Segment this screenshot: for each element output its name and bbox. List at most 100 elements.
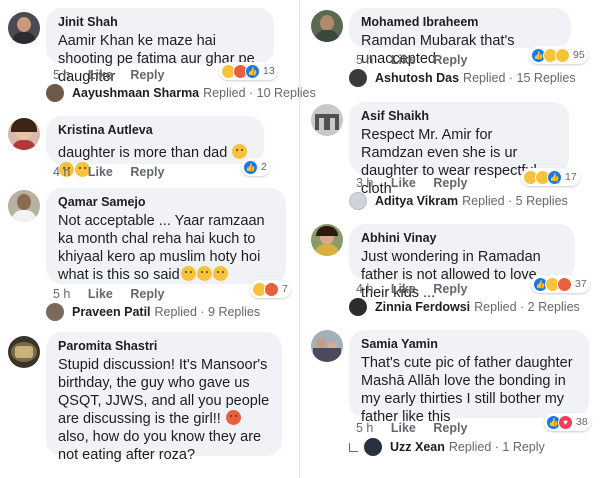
reply-author: Zinnia Ferdowsi [375,300,471,314]
reaction-summary[interactable]: 👍 13 [219,62,278,80]
reply-count: Replied · 1 Reply [448,440,545,454]
comment-meta: 5 h Like Reply [356,53,481,67]
avatar[interactable] [8,336,40,368]
reply-button[interactable]: Reply [130,68,164,82]
comment-author[interactable]: Kristina Autleva [58,122,252,138]
reply-button[interactable]: Reply [433,421,467,435]
reply-avatar [46,84,64,102]
replies-link[interactable]: Uzz Xean Replied · 1 Reply [349,438,545,456]
reply-count: Replied · 10 Replies [203,86,316,100]
angry-emoji-icon [225,410,241,425]
comment-bubble: Paromita Shastri Stupid discussion! It's… [46,332,282,463]
reaction-count: 17 [565,171,577,183]
reaction-summary[interactable]: 👍 ♥ 38 [544,413,591,431]
comment-bubble: Mohamed Ibraheem Ramdan Mubarak that's u… [349,8,571,67]
left-comment-column: Jinit Shah Aamir Khan ke maze hai shooti… [0,0,316,478]
comment-text-continued: also, how do you know they are not eatin… [58,429,262,463]
reply-button[interactable]: Reply [130,287,164,301]
column-divider [299,0,300,478]
comment-author[interactable]: Mohamed Ibraheem [361,14,559,30]
avatar[interactable] [311,104,343,136]
reply-author: Aayushmaan Sharma [72,86,200,100]
reaction-summary[interactable]: 👍 2 [241,158,270,176]
sad-emoji-icon [180,266,196,281]
comment-bubble: Asif Shaikh Respect Mr. Amir for Ramdzan… [349,102,569,197]
like-button[interactable]: Like [391,53,416,67]
comment-time[interactable]: 5 h [53,287,70,301]
reply-button[interactable]: Reply [433,176,467,190]
angry-reaction-icon [264,281,279,297]
comment-time[interactable]: 3 h [356,176,373,190]
reply-arrow-icon [349,442,358,452]
like-button[interactable]: Like [391,282,416,296]
sad-emoji-icon [196,266,212,281]
comment-time[interactable]: 5 h [356,53,373,67]
reply-button[interactable]: Reply [433,53,467,67]
reply-avatar [349,69,367,87]
avatar[interactable] [8,118,40,150]
avatar[interactable] [311,224,343,256]
like-button[interactable]: Like [391,176,416,190]
avatar[interactable] [8,190,40,222]
comment-text: Not acceptable ... Yaar ramzaan ka month… [58,213,265,283]
reply-author: Ashutosh Das [375,71,460,85]
comment-time[interactable]: 5 h [53,68,70,82]
comment-author[interactable]: Asif Shaikh [361,108,557,124]
comment-time[interactable]: 5 h [356,421,373,435]
reply-author: Aditya Vikram [375,194,459,208]
reaction-count: 2 [261,161,267,173]
reply-count: Replied · 15 Replies [463,71,576,85]
like-button[interactable]: Like [88,68,113,82]
like-reaction-icon: 👍 [243,159,258,175]
replies-link[interactable]: Praveen Patil Replied · 9 Replies [46,303,260,321]
reaction-count: 7 [282,283,288,295]
reaction-count: 38 [576,416,588,428]
comment-author[interactable]: Paromita Shastri [58,338,270,354]
reply-count: Replied · 5 Replies [462,194,568,208]
reply-author: Uzz Xean [390,440,445,454]
replies-link[interactable]: Ashutosh Das Replied · 15 Replies [349,69,576,87]
reply-button[interactable]: Reply [433,282,467,296]
replies-link[interactable]: Zinnia Ferdowsi Replied · 2 Replies [349,298,580,316]
avatar[interactable] [311,10,343,42]
angry-reaction-icon [557,276,572,292]
comment-time[interactable]: 4 h [53,165,70,179]
reaction-summary[interactable]: 👍 95 [529,46,588,64]
comment-bubble: Jinit Shah Aamir Khan ke maze hai shooti… [46,8,274,85]
comment-bubble: Abhini Vinay Just wondering in Ramadan f… [349,224,575,301]
comment-meta: 4 h Like Reply [53,165,178,179]
reply-author: Praveen Patil [72,305,151,319]
comment-text: daughter is more than dad [58,145,228,161]
comment-meta: 5 h Like Reply [53,68,178,82]
reaction-summary[interactable]: 👍 17 [521,168,580,186]
replies-link[interactable]: Aayushmaan Sharma Replied · 10 Replies [46,84,316,102]
reaction-count: 37 [575,278,587,290]
comment-author[interactable]: Abhini Vinay [361,230,563,246]
like-button[interactable]: Like [391,421,416,435]
comment-author[interactable]: Qamar Samejo [58,194,274,210]
avatar[interactable] [311,330,343,362]
like-button[interactable]: Like [88,165,113,179]
sad-reaction-icon [555,47,570,63]
comment-author[interactable]: Jinit Shah [58,14,262,30]
reaction-count: 95 [573,49,585,61]
reaction-count: 13 [263,65,275,77]
right-comment-column: Mohamed Ibraheem Ramdan Mubarak that's u… [303,0,601,478]
comment-meta: 3 h Like Reply [356,176,481,190]
reply-avatar [349,192,367,210]
reply-avatar [46,303,64,321]
reply-count: Replied · 2 Replies [474,300,580,314]
comment-time[interactable]: 4 h [356,282,373,296]
replies-link[interactable]: Aditya Vikram Replied · 5 Replies [349,192,568,210]
reply-avatar [349,298,367,316]
reply-button[interactable]: Reply [130,165,164,179]
reply-count: Replied · 9 Replies [154,305,261,319]
avatar[interactable] [8,12,40,44]
reply-avatar [364,438,382,456]
comment-meta: 5 h Like Reply [53,287,178,301]
reaction-summary[interactable]: 7 [250,280,291,298]
reaction-summary[interactable]: 👍 37 [531,275,590,293]
like-button[interactable]: Like [88,287,113,301]
comment-meta: 5 h Like Reply [356,421,481,435]
comment-author[interactable]: Samia Yamin [361,336,577,352]
